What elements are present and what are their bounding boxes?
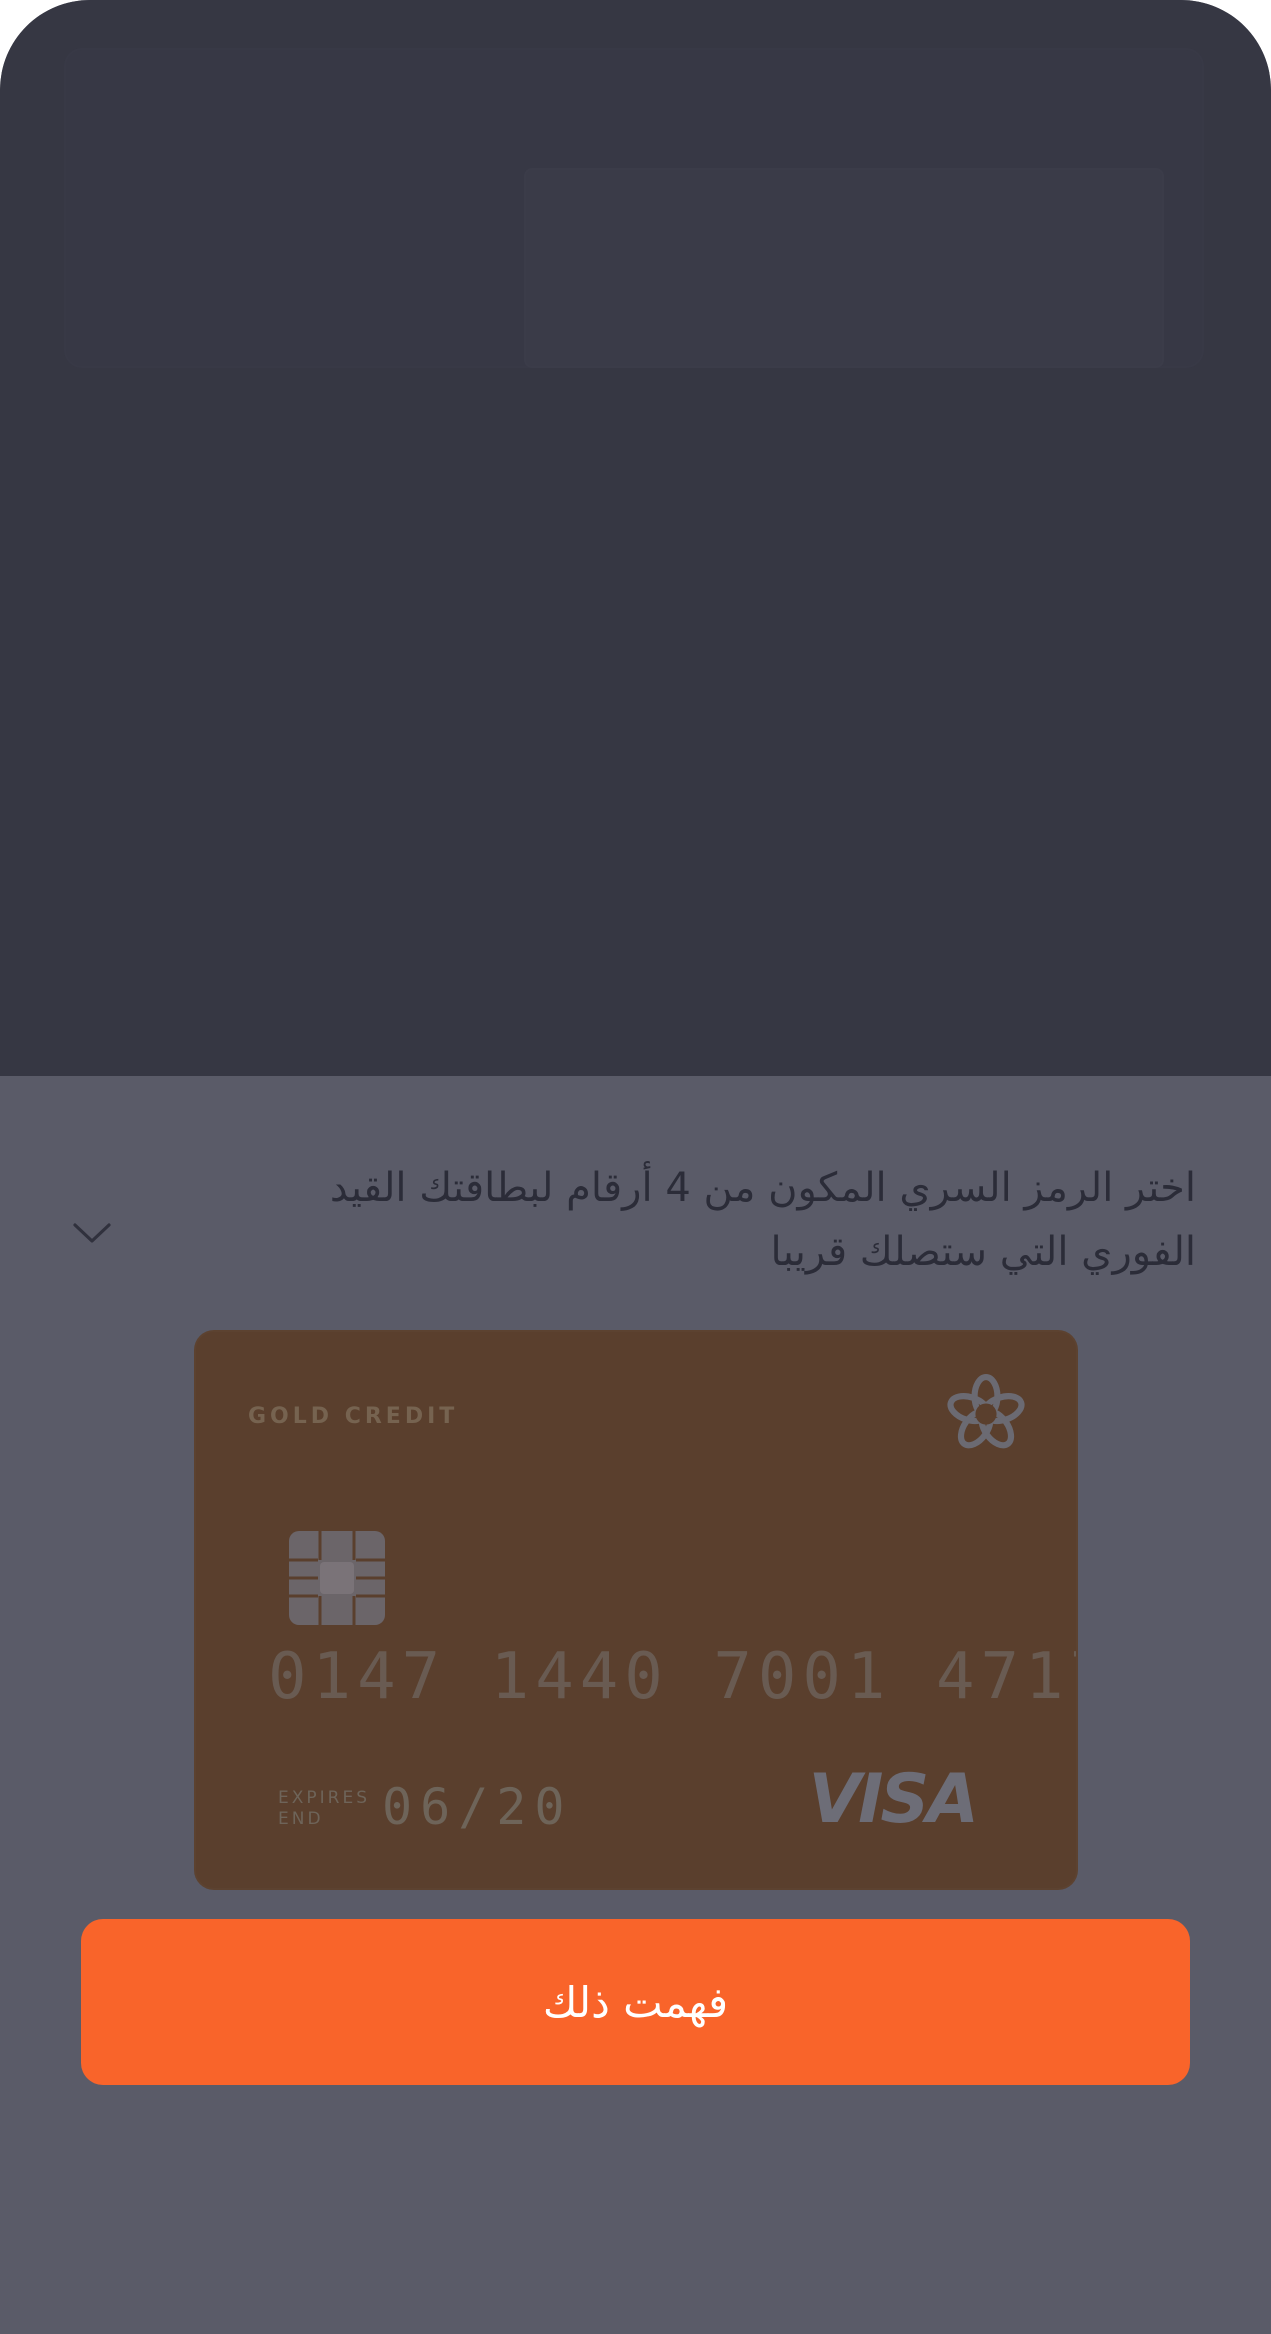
dimmed-backdrop[interactable]	[0, 0, 1271, 1076]
star-flower-logo-icon	[947, 1373, 1025, 1449]
credit-card-preview: GOLD CREDIT 0147 1440 7001 4717 EXPIRES …	[196, 1332, 1076, 1888]
collapse-button[interactable]	[56, 1202, 128, 1264]
app-screen: اختر الرمز السري المكون من 4 أرقام لبطاق…	[0, 0, 1271, 2334]
sheet-message: اختر الرمز السري المكون من 4 أرقام لبطاق…	[329, 1165, 1196, 1275]
visa-logo: VISA	[808, 1760, 979, 1839]
background-panel-inner	[524, 168, 1164, 368]
chevron-down-icon	[73, 1223, 111, 1243]
card-chip-icon	[289, 1531, 385, 1625]
background-panel	[64, 48, 1204, 368]
got-it-button[interactable]: فهمت ذلك	[81, 1919, 1190, 2085]
bottom-sheet: اختر الرمز السري المكون من 4 أرقام لبطاق…	[0, 1076, 1271, 2334]
card-tier-label: GOLD CREDIT	[248, 1404, 459, 1429]
card-expiry-date: 06/20	[382, 1778, 573, 1836]
card-number: 0147 1440 7001 4717	[268, 1640, 1076, 1714]
expires-label: EXPIRES END	[278, 1788, 370, 1829]
